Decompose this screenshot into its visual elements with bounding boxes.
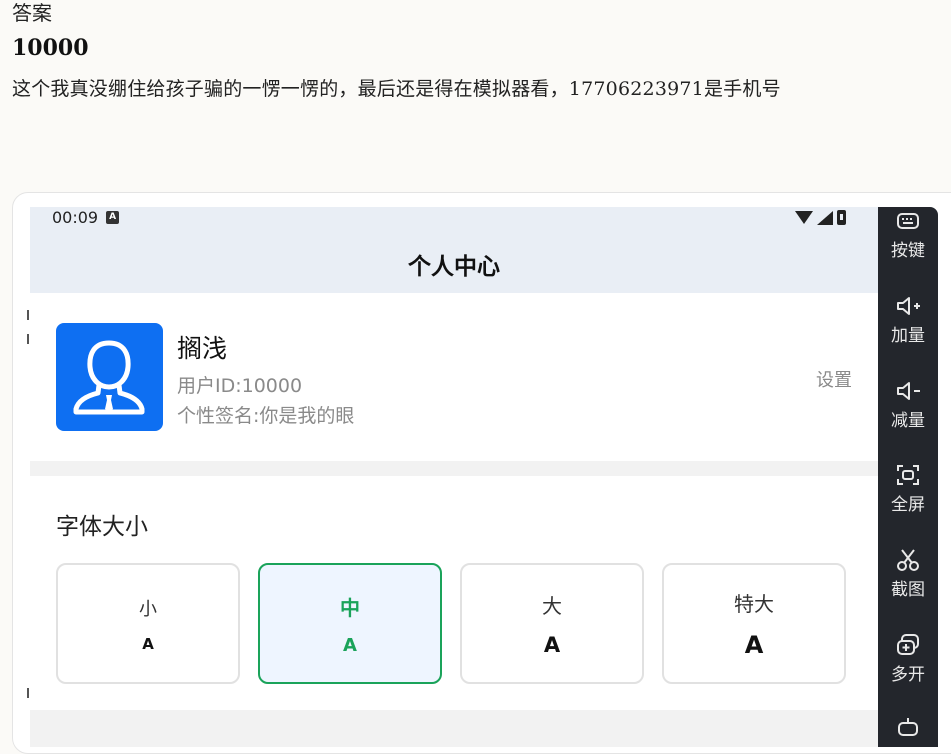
font-option-label: 中 bbox=[340, 595, 360, 620]
font-option-sample: A bbox=[543, 633, 561, 657]
emulator-window: 00:09 A 个人中心 搁浅 用户ID:10000 个性签名:你是我的眼 设置… bbox=[30, 207, 938, 747]
font-size-option-large[interactable]: 大 A bbox=[460, 563, 644, 684]
answer-value: 10000 bbox=[12, 35, 89, 61]
frame-edge-mark bbox=[27, 688, 29, 698]
settings-link[interactable]: 设置 bbox=[816, 366, 852, 392]
font-size-title: 字体大小 bbox=[56, 514, 148, 540]
a-badge-icon: A bbox=[106, 210, 120, 224]
fullscreen-icon bbox=[895, 463, 921, 487]
toolbar-volume-down-button[interactable]: 减量 bbox=[878, 379, 938, 431]
toolbar-label: 按键 bbox=[891, 241, 925, 261]
font-option-sample: A bbox=[744, 631, 764, 659]
font-option-label: 大 bbox=[542, 594, 562, 618]
multi-window-icon bbox=[895, 633, 921, 657]
font-size-options: 小 A 中 A 大 A 特大 A bbox=[56, 563, 846, 684]
status-bar: 00:09 A bbox=[52, 207, 120, 227]
font-option-label: 特大 bbox=[734, 592, 774, 616]
frame-edge-mark bbox=[27, 310, 29, 320]
keyboard-icon bbox=[895, 209, 921, 233]
toolbar-label: 减量 bbox=[891, 411, 925, 431]
font-size-section: 字体大小 小 A 中 A 大 A 特大 A bbox=[30, 476, 878, 710]
frame-edge-mark bbox=[27, 334, 29, 344]
user-signature: 个性签名:你是我的眼 bbox=[177, 405, 355, 427]
emulator-toolbar: 按键 加量 减量 全屏 截图 多开 bbox=[878, 207, 938, 747]
toolbar-robot-button[interactable] bbox=[878, 715, 938, 739]
status-icons bbox=[795, 210, 846, 225]
font-option-sample: A bbox=[142, 634, 154, 653]
toolbar-label: 多开 bbox=[891, 665, 925, 685]
signal-icon bbox=[817, 210, 833, 225]
font-size-option-medium[interactable]: 中 A bbox=[258, 563, 442, 684]
robot-icon bbox=[895, 715, 921, 739]
volume-down-icon bbox=[895, 379, 921, 403]
font-option-label: 小 bbox=[139, 598, 157, 620]
answer-heading: 答案 bbox=[12, 1, 52, 25]
user-avatar-icon[interactable] bbox=[56, 323, 163, 431]
font-option-sample: A bbox=[343, 634, 357, 656]
volume-up-icon bbox=[895, 294, 921, 318]
page-title: 个人中心 bbox=[408, 254, 500, 280]
toolbar-keys-button[interactable]: 按键 bbox=[878, 209, 938, 261]
toolbar-screenshot-button[interactable]: 截图 bbox=[878, 548, 938, 600]
answer-description: 这个我真没绷住给孩子骗的一愣一愣的，最后还是得在模拟器看，17706223971… bbox=[12, 78, 781, 100]
toolbar-fullscreen-button[interactable]: 全屏 bbox=[878, 463, 938, 515]
status-time: 00:09 bbox=[52, 207, 99, 227]
app-header: 00:09 A 个人中心 bbox=[30, 207, 878, 293]
user-id: 用户ID:10000 bbox=[177, 375, 303, 397]
font-size-option-small[interactable]: 小 A bbox=[56, 563, 240, 684]
toolbar-volume-up-button[interactable]: 加量 bbox=[878, 294, 938, 346]
toolbar-label: 截图 bbox=[891, 580, 925, 600]
profile-card[interactable]: 搁浅 用户ID:10000 个性签名:你是我的眼 设置 bbox=[30, 293, 878, 461]
font-size-option-extra-large[interactable]: 特大 A bbox=[662, 563, 846, 684]
toolbar-multi-open-button[interactable]: 多开 bbox=[878, 633, 938, 685]
user-name: 搁浅 bbox=[177, 334, 228, 363]
battery-icon bbox=[837, 210, 846, 225]
phone-screen: 00:09 A 个人中心 搁浅 用户ID:10000 个性签名:你是我的眼 设置… bbox=[30, 207, 878, 747]
wifi-icon bbox=[795, 211, 813, 224]
toolbar-label: 全屏 bbox=[891, 495, 925, 515]
toolbar-label: 加量 bbox=[891, 326, 925, 346]
scissors-icon bbox=[895, 548, 921, 572]
